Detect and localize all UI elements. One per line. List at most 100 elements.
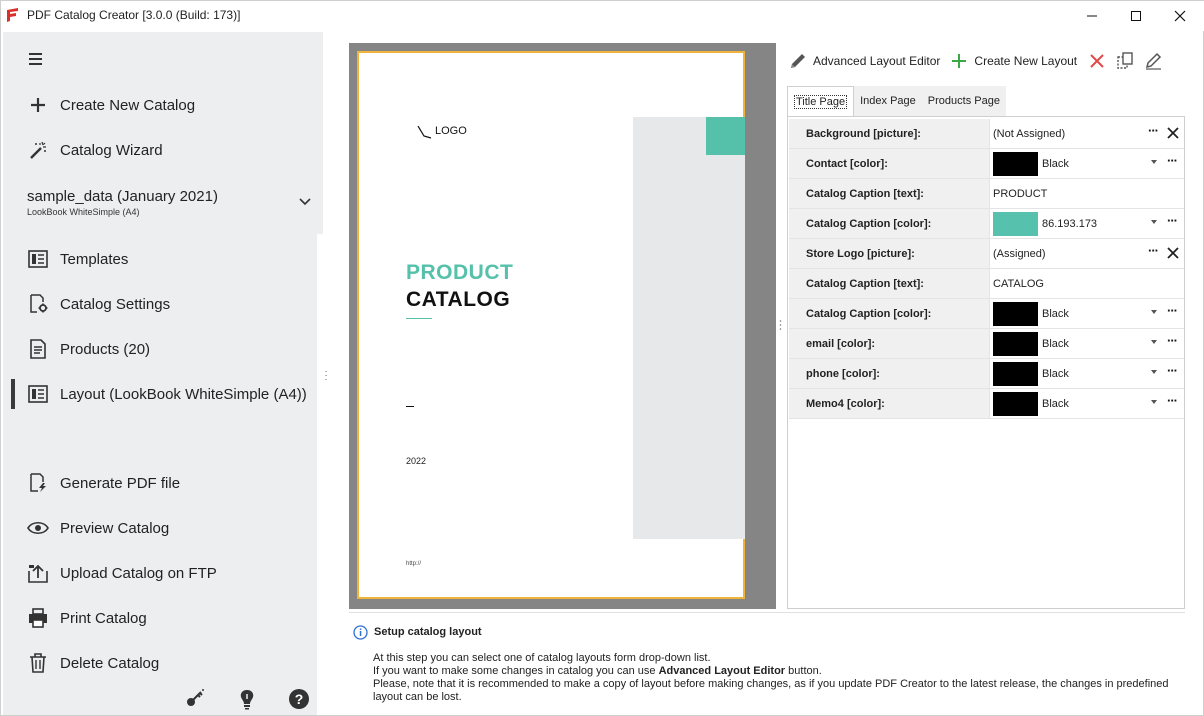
dropdown-arrow-icon[interactable] bbox=[1151, 310, 1157, 314]
edit-icon bbox=[1146, 52, 1162, 70]
delete-catalog-button[interactable]: Delete Catalog bbox=[27, 650, 159, 676]
browse-button[interactable]: ··· bbox=[1167, 364, 1178, 377]
property-row: Catalog Caption [text]: PRODUCT bbox=[789, 179, 1184, 209]
print-catalog-button[interactable]: Print Catalog bbox=[27, 605, 147, 631]
property-text-input[interactable]: PRODUCT bbox=[993, 188, 1047, 200]
upload-icon bbox=[27, 562, 49, 584]
trash-icon bbox=[27, 652, 49, 674]
sidebar-item-products[interactable]: Products (20) bbox=[27, 336, 150, 362]
generate-pdf-label: Generate PDF file bbox=[60, 474, 181, 492]
color-swatch[interactable] bbox=[993, 362, 1038, 386]
browse-button[interactable]: ··· bbox=[1167, 334, 1178, 347]
close-icon bbox=[1174, 10, 1186, 22]
advanced-layout-editor-button[interactable]: Advanced Layout Editor bbox=[789, 52, 940, 70]
property-label: Catalog Caption [text]: bbox=[789, 269, 990, 298]
property-row: Catalog Caption [text]: CATALOG bbox=[789, 269, 1184, 299]
preview-logo-text: LOGO bbox=[435, 125, 467, 137]
color-swatch[interactable] bbox=[993, 302, 1038, 326]
dropdown-arrow-icon[interactable] bbox=[1151, 220, 1157, 224]
tab-label: Title Page bbox=[794, 95, 848, 109]
info-line: Please, note that it is recommended to m… bbox=[373, 678, 1169, 690]
svg-text:?: ? bbox=[295, 691, 304, 707]
browse-button[interactable]: ··· bbox=[1167, 394, 1178, 407]
magic-wand-icon bbox=[27, 139, 49, 161]
dropdown-arrow-icon[interactable] bbox=[1151, 340, 1157, 344]
delete-x-icon bbox=[1090, 54, 1104, 68]
panel-splitter[interactable] bbox=[779, 43, 782, 609]
color-swatch[interactable] bbox=[993, 392, 1038, 416]
close-window-button[interactable] bbox=[1158, 1, 1202, 31]
chevron-down-icon[interactable] bbox=[298, 197, 312, 207]
minimize-icon bbox=[1087, 15, 1097, 17]
property-text-input[interactable]: CATALOG bbox=[993, 278, 1044, 290]
duplicate-layout-button[interactable] bbox=[1115, 51, 1135, 71]
preview-catalog-button[interactable]: Preview Catalog bbox=[27, 515, 169, 541]
sidebar-splitter[interactable]: · · · bbox=[324, 367, 328, 384]
preview-grey-block bbox=[633, 117, 745, 539]
rename-layout-button[interactable] bbox=[1143, 51, 1163, 71]
key-icon bbox=[187, 689, 204, 706]
sidebar-item-templates[interactable]: Templates bbox=[27, 246, 128, 272]
create-new-catalog-button[interactable]: Create New Catalog bbox=[27, 92, 195, 118]
eye-icon bbox=[27, 517, 49, 539]
info-line-part: If you want to make some changes in cata… bbox=[373, 665, 659, 677]
color-swatch[interactable] bbox=[993, 152, 1038, 176]
property-label: Catalog Caption [color]: bbox=[789, 299, 990, 328]
clear-icon[interactable] bbox=[1166, 126, 1180, 140]
browse-button[interactable]: ··· bbox=[1148, 124, 1159, 137]
sidebar: Create New Catalog Catalog Wizard sample… bbox=[3, 32, 323, 715]
preview-caption-catalog: CATALOG bbox=[406, 288, 511, 311]
info-line: At this step you can select one of catal… bbox=[373, 652, 711, 664]
tab-index-page[interactable]: Index Page bbox=[854, 86, 922, 116]
property-value: (Assigned) bbox=[993, 248, 1046, 260]
help-button[interactable]: ? bbox=[288, 688, 310, 710]
minimize-button[interactable] bbox=[1070, 1, 1114, 31]
dropdown-arrow-icon[interactable] bbox=[1151, 160, 1157, 164]
sidebar-item-layout[interactable]: Layout (LookBook WhiteSimple (A4)) bbox=[27, 381, 307, 407]
property-row: Contact [color]: Black ··· bbox=[789, 149, 1184, 179]
browse-button[interactable]: ··· bbox=[1148, 244, 1159, 257]
tab-products-page[interactable]: Products Page bbox=[921, 86, 1006, 116]
browse-button[interactable]: ··· bbox=[1167, 214, 1178, 227]
sidebar-item-catalog-settings[interactable]: Catalog Settings bbox=[27, 291, 170, 317]
delete-layout-button[interactable] bbox=[1087, 51, 1107, 71]
tab-title-page[interactable]: Title Page bbox=[787, 86, 855, 116]
clear-icon[interactable] bbox=[1166, 246, 1180, 260]
generate-pdf-button[interactable]: Generate PDF file bbox=[27, 470, 180, 496]
dropdown-arrow-icon[interactable] bbox=[1151, 400, 1157, 404]
maximize-button[interactable] bbox=[1114, 1, 1158, 31]
hamburger-menu-icon[interactable] bbox=[27, 50, 45, 68]
layout-page-tabs: Title Page Index Page Products Page bbox=[787, 86, 1006, 116]
color-swatch[interactable] bbox=[993, 332, 1038, 356]
color-swatch[interactable] bbox=[993, 212, 1038, 236]
create-new-catalog-label: Create New Catalog bbox=[60, 96, 196, 114]
catalog-wizard-button[interactable]: Catalog Wizard bbox=[27, 137, 163, 163]
title-bar: PDF Catalog Creator [3.0.0 (Build: 173)] bbox=[1, 1, 1204, 31]
dropdown-arrow-icon[interactable] bbox=[1151, 370, 1157, 374]
tips-button[interactable] bbox=[236, 688, 258, 710]
sidebar-item-label: Products (20) bbox=[60, 340, 151, 358]
print-catalog-label: Print Catalog bbox=[60, 609, 147, 627]
browse-button[interactable]: ··· bbox=[1167, 304, 1178, 317]
sidebar-item-label: Catalog Settings bbox=[60, 295, 171, 313]
sidebar-scroll-track bbox=[317, 234, 323, 715]
info-title: Setup catalog layout bbox=[374, 626, 482, 638]
property-value: Black bbox=[1042, 308, 1069, 320]
catalog-wizard-label: Catalog Wizard bbox=[60, 141, 163, 159]
property-value: Black bbox=[1042, 338, 1069, 350]
products-icon bbox=[27, 338, 49, 360]
info-divider bbox=[349, 612, 1185, 613]
layout-properties-grid: Background [picture]: (Not Assigned) ···… bbox=[787, 116, 1185, 609]
property-value: Black bbox=[1042, 158, 1069, 170]
project-selector[interactable]: sample_data (January 2021) LookBook Whit… bbox=[27, 188, 218, 217]
upload-ftp-button[interactable]: Upload Catalog on FTP bbox=[27, 560, 217, 586]
create-new-layout-button[interactable]: Create New Layout bbox=[950, 52, 1077, 70]
logo-mark-icon bbox=[417, 125, 432, 139]
pencil-icon bbox=[789, 52, 807, 70]
license-key-button[interactable] bbox=[184, 688, 206, 710]
browse-button[interactable]: ··· bbox=[1167, 154, 1178, 167]
delete-catalog-label: Delete Catalog bbox=[60, 654, 160, 672]
property-value: Black bbox=[1042, 398, 1069, 410]
tab-label: Products Page bbox=[927, 95, 1000, 107]
plus-icon bbox=[950, 52, 968, 70]
